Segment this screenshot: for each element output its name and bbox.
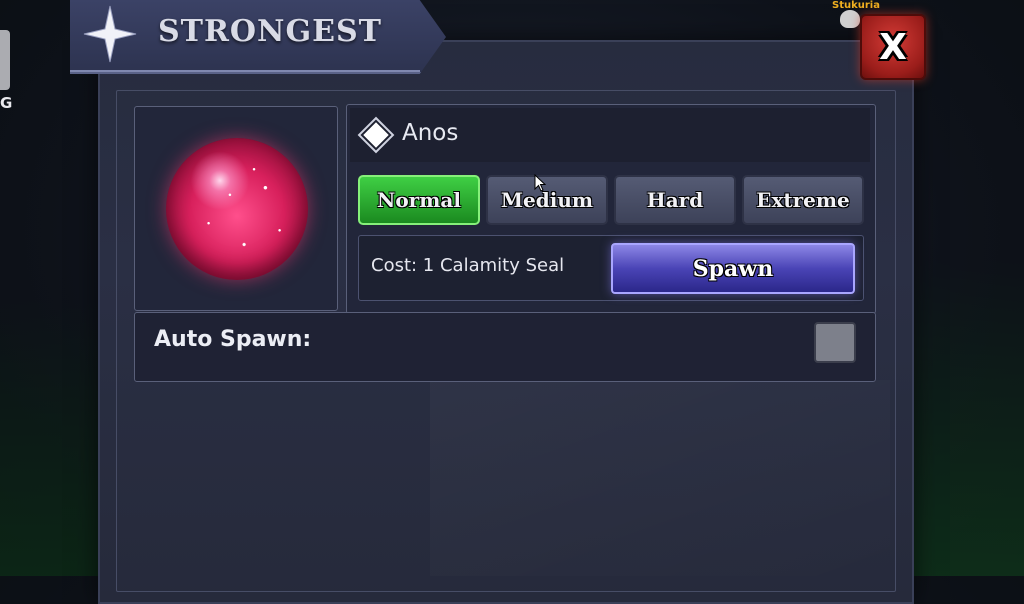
orb-sparkles (166, 138, 308, 280)
boss-name: Anos (402, 120, 459, 146)
title-banner-edge (70, 70, 420, 72)
difficulty-medium-button[interactable]: Medium (486, 175, 608, 225)
side-menu-tab[interactable] (0, 30, 10, 90)
side-menu-label: G (0, 94, 13, 112)
panel-title: STRONGEST (158, 14, 382, 49)
spawn-button[interactable]: Spawn (611, 243, 855, 294)
auto-spawn-checkbox[interactable] (814, 322, 856, 363)
player-nametag: Stukuria (832, 0, 880, 11)
skull-icon (840, 10, 860, 28)
difficulty-normal-button[interactable]: Normal (358, 175, 480, 225)
panel-sheen (430, 380, 890, 576)
star-emblem-icon (83, 5, 137, 63)
close-button[interactable]: X (860, 14, 926, 80)
auto-spawn-label: Auto Spawn: (154, 327, 312, 352)
difficulty-extreme-button[interactable]: Extreme (742, 175, 864, 225)
cursor-icon (534, 174, 546, 192)
cost-text: Cost: 1 Calamity Seal (371, 255, 565, 276)
difficulty-hard-button[interactable]: Hard (614, 175, 736, 225)
